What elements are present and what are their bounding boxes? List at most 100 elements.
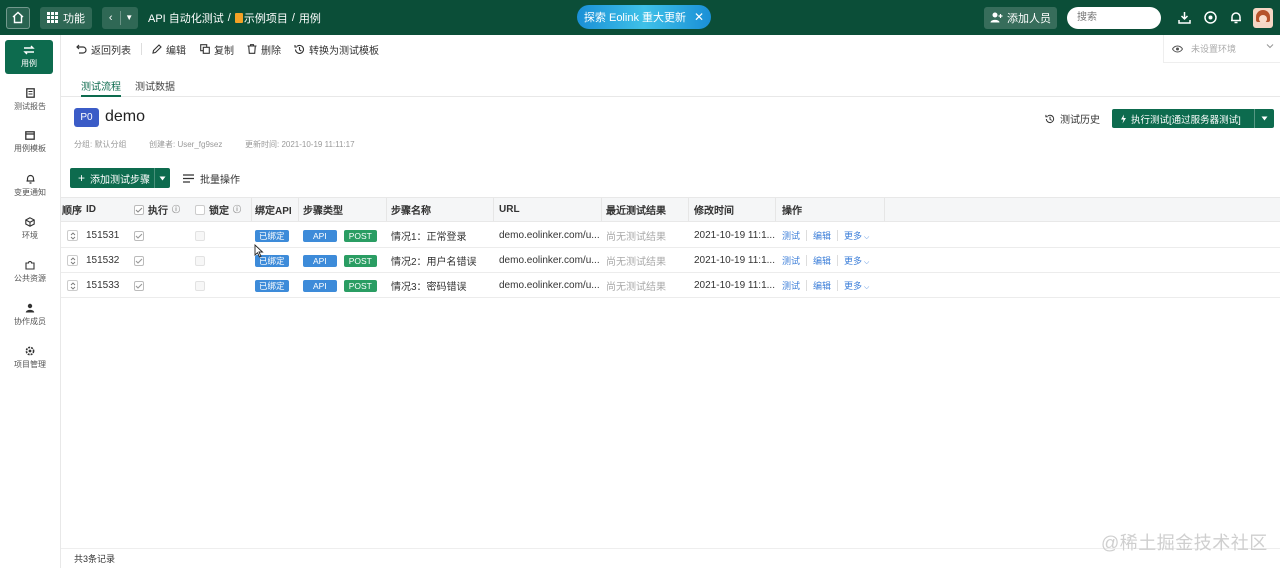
convert-to-template-button[interactable]: 转换为测试模板 <box>294 35 379 63</box>
chevron-down-icon: ⌵ <box>862 284 870 291</box>
sidebar-item-members[interactable]: 协作成员 <box>0 303 60 327</box>
grid-icon <box>47 12 58 23</box>
lock-checkbox[interactable] <box>195 223 205 248</box>
row-operations: 测试 编辑 更多 ⌵ <box>782 248 869 273</box>
sidebar: 用例 测试报告 用例模板 变更通知 环境 公共资源 协作成员 项目管理 <box>0 35 61 568</box>
tab-test-flow[interactable]: 测试流程 <box>81 78 121 97</box>
step-url: demo.eolinker.com/u... <box>499 280 600 291</box>
step-name: 情况3：密码错误 <box>391 282 467 293</box>
sidebar-item-notifications[interactable]: 变更通知 <box>0 174 60 198</box>
test-link[interactable]: 测试 <box>782 279 800 292</box>
close-icon[interactable]: ✕ <box>694 10 704 24</box>
edit-link[interactable]: 编辑 <box>813 254 831 267</box>
last-test-result: 尚无测试结果 <box>606 282 666 293</box>
home-button[interactable] <box>6 6 30 29</box>
step-url: demo.eolinker.com/u... <box>499 255 600 266</box>
lock-checkbox[interactable] <box>195 248 205 273</box>
add-member-label: 添加人员 <box>1007 12 1051 25</box>
header-id: ID <box>86 204 96 215</box>
table-row[interactable]: 151532 已绑定 API POST 情况2：用户名错误 demo.eolinker.c… <box>61 248 1280 273</box>
top-bar: 功能 ‹ ▼ API 自动化测试 / 示例项目 / 用例 探索 Eolink 重… <box>0 0 1280 35</box>
edit-link[interactable]: 编辑 <box>813 279 831 292</box>
chevron-left-icon[interactable]: ‹ <box>102 12 120 24</box>
sidebar-item-environment[interactable]: 环境 <box>0 217 60 241</box>
history-icon <box>1045 114 1055 123</box>
banner-text[interactable]: 探索 Eolink 重大更新 <box>584 9 686 25</box>
breadcrumb-root[interactable]: API 自动化测试 <box>148 10 224 26</box>
more-dropdown[interactable]: 更多 ⌵ <box>844 254 869 267</box>
edit-link[interactable]: 编辑 <box>813 229 831 242</box>
drag-sort-handle[interactable] <box>67 248 78 273</box>
drag-sort-handle[interactable] <box>67 223 78 248</box>
step-type: API POST <box>303 248 377 273</box>
avatar[interactable] <box>1253 7 1273 28</box>
post-method-tag: POST <box>343 279 377 292</box>
row-operations: 测试 编辑 更多 ⌵ <box>782 223 869 248</box>
delete-button[interactable]: 删除 <box>247 35 281 63</box>
exec-checkbox[interactable] <box>134 273 144 298</box>
modified-time: 2021-10-19 11:1... <box>694 255 775 266</box>
table-row[interactable]: 151533 已绑定 API POST 情况3：密码错误 demo.eolinker.co… <box>61 273 1280 298</box>
exec-checkbox[interactable] <box>134 248 144 273</box>
run-test-button[interactable]: 执行测试[通过服务器测试] <box>1112 109 1274 128</box>
record-count: 共3条记录 <box>61 548 1280 568</box>
search-input[interactable] <box>1067 6 1161 29</box>
function-menu-button[interactable]: 功能 <box>40 6 92 29</box>
drag-sort-handle[interactable] <box>67 273 78 298</box>
add-member-button[interactable]: 添加人员 <box>984 6 1057 29</box>
last-test-result: 尚无测试结果 <box>606 232 666 243</box>
back-to-list-button[interactable]: 返回列表 <box>76 35 131 63</box>
table-row[interactable]: 151531 已绑定 API POST 情况1：正常登录 demo.eolinker.co… <box>61 223 1280 248</box>
copy-icon <box>200 44 210 54</box>
caret-down-icon[interactable]: ▼ <box>121 13 139 22</box>
back-nav-button[interactable]: ‹ ▼ <box>102 6 139 29</box>
update-banner[interactable]: 探索 Eolink 重大更新 ✕ <box>577 5 711 29</box>
batch-operation-button[interactable]: 批量操作 <box>183 171 240 186</box>
sidebar-item-templates[interactable]: 用例模板 <box>0 131 60 154</box>
help-icon[interactable] <box>1197 11 1223 24</box>
info-icon: ⓘ <box>172 205 180 214</box>
test-link[interactable]: 测试 <box>782 229 800 242</box>
environment-select[interactable]: 未设置环境 <box>1163 35 1280 63</box>
test-link[interactable]: 测试 <box>782 254 800 267</box>
exec-checkbox[interactable] <box>134 223 144 248</box>
more-dropdown[interactable]: 更多 ⌵ <box>844 229 869 242</box>
sidebar-item-public-resources[interactable]: 公共资源 <box>0 260 60 284</box>
test-history-button[interactable]: 测试历史 <box>1045 111 1100 126</box>
sidebar-item-cases[interactable]: 用例 <box>5 40 53 74</box>
cube-icon <box>25 217 35 227</box>
home-icon <box>12 11 24 24</box>
api-type-tag: API <box>303 254 337 267</box>
notification-bell-icon[interactable] <box>1223 11 1249 24</box>
function-label: 功能 <box>63 12 85 25</box>
trash-icon <box>247 44 257 54</box>
table-header: 顺序 ID 执行 ⓘ 锁定 ⓘ 绑定API 步骤类型 步骤名称 URL 最近测试… <box>61 197 1280 222</box>
chevron-down-icon <box>1266 44 1274 49</box>
download-icon[interactable] <box>1171 11 1197 24</box>
run-options-dropdown[interactable] <box>1254 109 1274 128</box>
eye-icon <box>1172 45 1183 52</box>
breadcrumb-project[interactable]: 示例项目 <box>244 10 288 26</box>
lock-all-checkbox[interactable] <box>195 204 205 215</box>
header-modified: 修改时间 <box>694 206 734 217</box>
report-icon <box>25 88 35 98</box>
pencil-icon <box>152 44 162 54</box>
header-step-type: 步骤类型 <box>303 206 343 217</box>
step-url: demo.eolinker.com/u... <box>499 230 600 241</box>
exec-all-checkbox[interactable] <box>134 204 144 215</box>
modified-time: 2021-10-19 11:1... <box>694 230 775 241</box>
lock-checkbox[interactable] <box>195 273 205 298</box>
add-step-dropdown[interactable] <box>154 168 170 188</box>
plus-icon: + <box>78 171 86 185</box>
more-dropdown[interactable]: 更多 ⌵ <box>844 279 869 292</box>
header-bind-api: 绑定API <box>255 206 292 217</box>
copy-button[interactable]: 复制 <box>200 35 234 63</box>
members-icon <box>25 303 35 313</box>
sidebar-item-reports[interactable]: 测试报告 <box>0 88 60 112</box>
sidebar-item-project-settings[interactable]: 项目管理 <box>0 346 60 370</box>
add-step-button[interactable]: + 添加测试步骤 <box>70 168 170 188</box>
tab-test-data[interactable]: 测试数据 <box>135 78 175 97</box>
edit-button[interactable]: 编辑 <box>152 35 186 63</box>
history-icon <box>294 44 304 54</box>
header-exec: 执行 ⓘ <box>134 198 180 221</box>
